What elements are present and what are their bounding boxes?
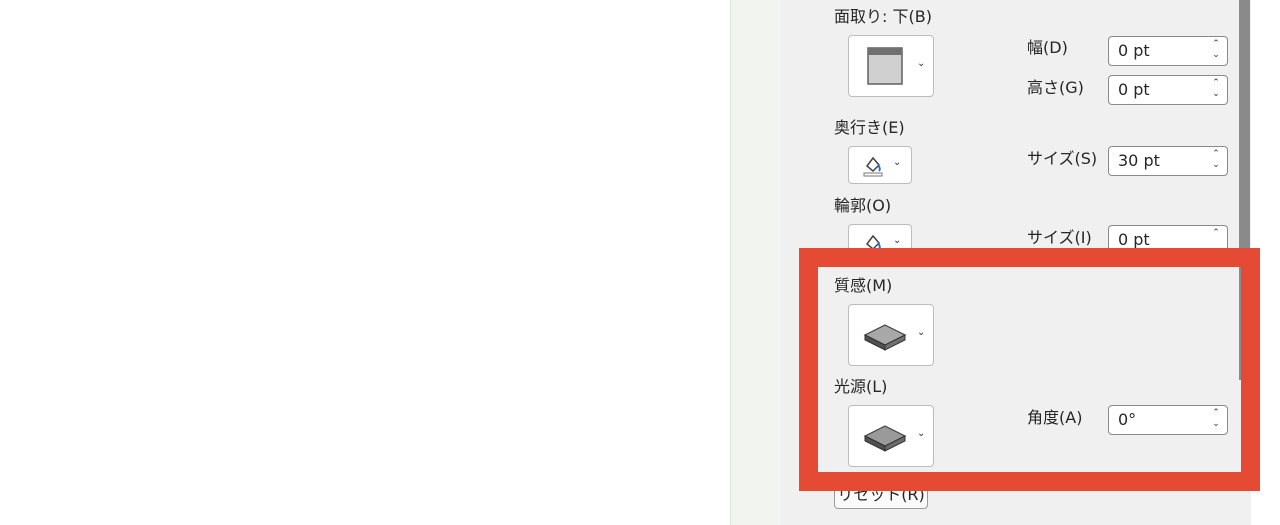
- bevel-width-spinner[interactable]: 0 pt ⌃ ⌄: [1108, 36, 1228, 66]
- bevel-width-value: 0 pt: [1118, 41, 1150, 60]
- pane-edge: [730, 0, 781, 525]
- bevel-height-spinner[interactable]: 0 pt ⌃ ⌄: [1108, 75, 1228, 105]
- depth-size-label: サイズ(S): [1027, 149, 1098, 168]
- contour-color-button[interactable]: ⌄: [848, 224, 912, 250]
- contour-size-label: サイズ(I): [1027, 228, 1092, 247]
- slide-canvas: [0, 0, 730, 525]
- depth-color-button[interactable]: ⌄: [848, 146, 912, 184]
- bevel-bottom-preset-button[interactable]: ⌄: [848, 35, 934, 97]
- paint-bucket-icon: [863, 156, 883, 177]
- bevel-height-label: 高さ(G): [1027, 78, 1084, 97]
- bevel-preset-icon: [867, 47, 903, 85]
- spin-arrows-icon[interactable]: ⌃ ⌄: [1211, 78, 1221, 100]
- contour-size-value: 0 pt: [1118, 230, 1150, 249]
- contour-size-spinner[interactable]: 0 pt ⌃: [1108, 225, 1228, 250]
- chevron-down-icon: ⌄: [917, 58, 926, 69]
- contour-label: 輪郭(O): [834, 196, 892, 215]
- bevel-height-value: 0 pt: [1118, 80, 1150, 99]
- spin-arrows-icon[interactable]: ⌃: [1211, 228, 1221, 239]
- depth-label: 奥行き(E): [834, 118, 905, 137]
- depth-size-spinner[interactable]: 30 pt ⌃ ⌄: [1108, 146, 1228, 176]
- chevron-down-icon: ⌄: [893, 235, 902, 246]
- spin-arrows-icon[interactable]: ⌃ ⌄: [1211, 39, 1221, 61]
- bevel-width-label: 幅(D): [1027, 38, 1068, 57]
- chevron-down-icon: ⌄: [893, 157, 902, 168]
- highlight-frame: [799, 248, 1260, 491]
- bevel-bottom-label: 面取り: 下(B): [834, 7, 932, 26]
- spin-arrows-icon[interactable]: ⌃ ⌄: [1211, 149, 1221, 171]
- depth-size-value: 30 pt: [1118, 151, 1160, 170]
